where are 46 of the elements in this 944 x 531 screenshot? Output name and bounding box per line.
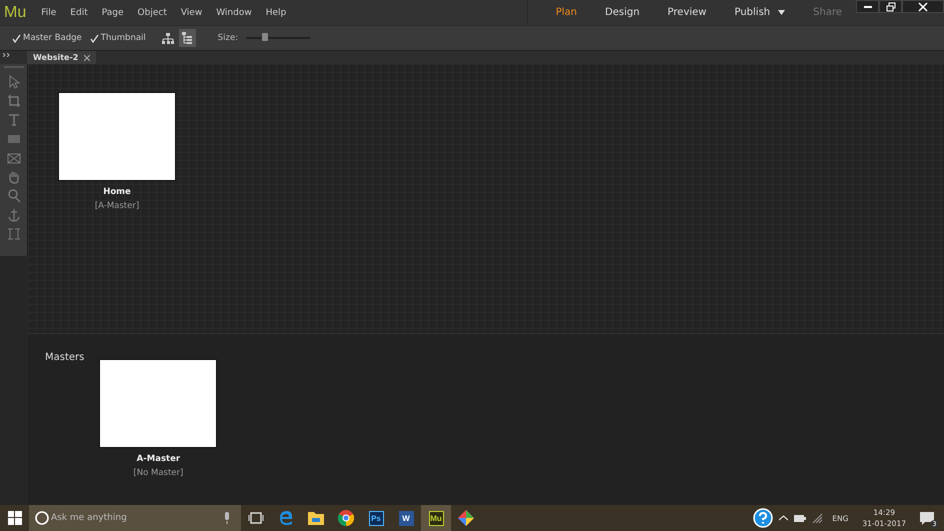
crop-tool-icon[interactable] [6,94,20,108]
text-tool-icon[interactable] [6,113,20,127]
master-parent: [No Master] [133,468,184,478]
close-icon [918,2,928,12]
checkmark-icon [90,34,99,42]
hand-tool-icon[interactable] [6,170,20,184]
checkbox[interactable]: Thumbnail [90,33,146,43]
mu-app-icon[interactable]: Mu [421,505,451,531]
minimize-icon [864,6,872,8]
mode-tab[interactable]: Design [591,7,654,18]
menu-item[interactable]: Edit [63,8,95,18]
close-icon[interactable] [84,54,90,60]
help-icon[interactable] [753,508,774,528]
search-field[interactable]: Ask me anything [29,505,241,531]
page-master: [A-Master] [94,201,140,211]
page-name: Home [103,187,131,197]
microphone-icon [223,512,231,524]
document-tab[interactable]: Website-2 [27,51,96,64]
list-view-button[interactable] [178,29,196,47]
menu-item[interactable]: Help [258,8,294,18]
restore-button[interactable] [879,0,902,13]
master-name: A-Master [136,454,180,464]
master-thumbnail[interactable] [99,359,218,448]
menu-item[interactable]: Page [94,8,131,18]
zoom-tool-icon[interactable] [6,189,20,203]
page-thumbnail[interactable] [58,92,176,181]
image-tool-icon[interactable] [6,151,20,165]
checkmark-icon [12,34,21,42]
size-label: Size: [218,33,238,43]
select-tool-icon[interactable] [6,75,20,89]
checkbox[interactable]: Master Badge [12,33,82,43]
mode-tab[interactable]: Preview [654,7,720,18]
circle-icon [35,511,49,525]
menu-item[interactable]: Window [209,8,259,18]
align-tool-icon[interactable] [6,227,20,241]
menu-item[interactable]: File [34,8,64,18]
anchor-tool-icon[interactable] [6,208,20,222]
app-logo: Mu [3,4,28,22]
notifications-icon[interactable] [920,512,934,524]
menu-item[interactable]: Object [130,8,174,18]
close-button[interactable] [902,0,944,13]
mode-tab[interactable]: Publish [720,7,800,18]
menu-item[interactable]: View [174,8,210,18]
masters-heading: Masters [45,352,84,365]
minimize-button[interactable] [856,0,879,13]
mode-tab[interactable]: Plan [542,7,592,18]
